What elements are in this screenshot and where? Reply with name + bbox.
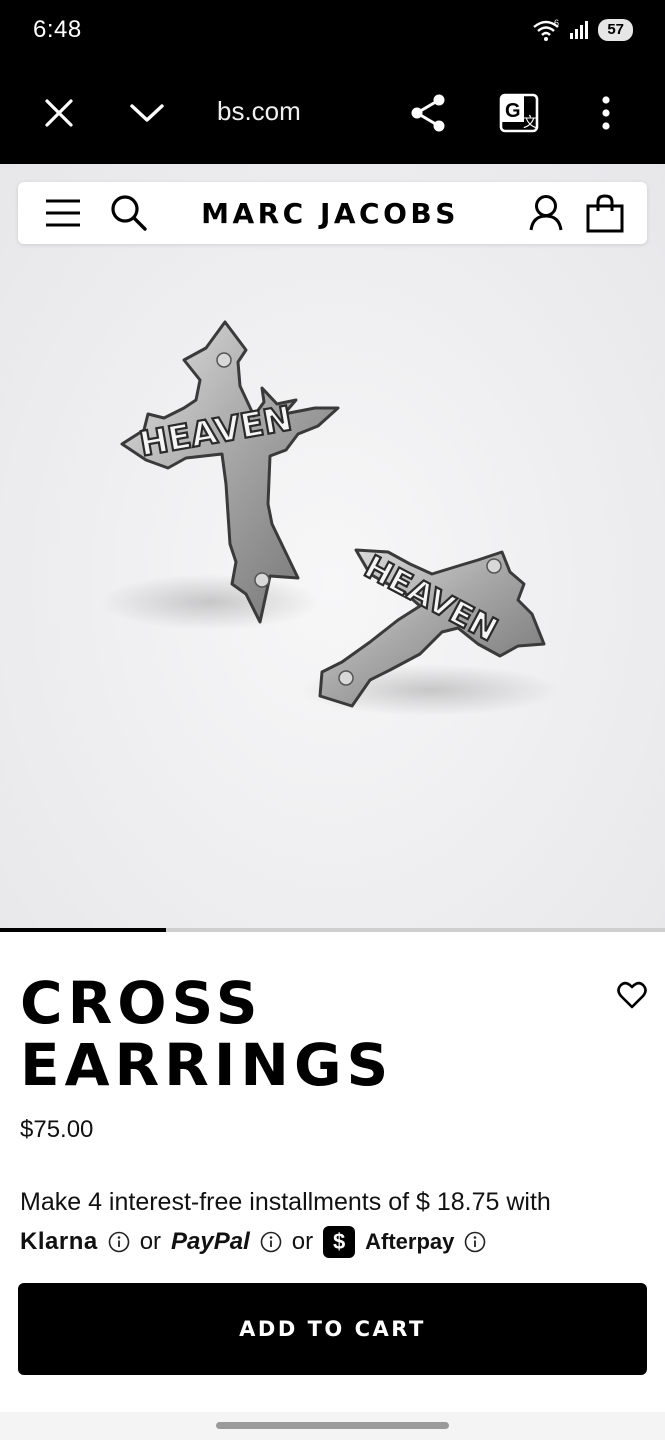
signal-icon: [568, 19, 592, 41]
wifi-icon: 6: [532, 18, 562, 42]
menu-button[interactable]: [40, 190, 86, 236]
minimize-button[interactable]: [122, 88, 172, 138]
more-options-button[interactable]: [581, 88, 631, 138]
installments-text: Make 4 interest-free installments of $ 1…: [20, 1188, 551, 1216]
more-vert-icon: [602, 96, 610, 130]
shopping-bag-button[interactable]: [582, 190, 628, 236]
paypal-info-icon[interactable]: [260, 1231, 282, 1253]
afterpay-logo-icon[interactable]: $: [323, 1226, 356, 1258]
close-icon: [45, 99, 73, 127]
site-header: MARC JACOBS: [18, 182, 647, 244]
svg-text:文: 文: [523, 114, 537, 130]
status-bar: 6:48 6 57: [0, 0, 665, 62]
shopping-bag-icon: [586, 194, 624, 233]
or-text-2: or: [291, 1228, 314, 1255]
wifi-badge: 6: [554, 18, 559, 28]
cross-earrings-illustration: HEAVEN HEAVEN: [100, 320, 560, 716]
close-tab-button[interactable]: [34, 88, 84, 138]
brand-logo[interactable]: MARC JACOBS: [180, 197, 480, 230]
wishlist-button[interactable]: [612, 975, 652, 1015]
browser-toolbar: bs.com G 文: [0, 62, 665, 164]
product-image[interactable]: HEAVEN HEAVEN: [0, 164, 665, 928]
translate-button[interactable]: G 文: [494, 88, 544, 138]
battery-indicator: 57: [598, 19, 633, 41]
menu-icon: [46, 199, 80, 227]
search-icon: [111, 195, 147, 231]
home-indicator[interactable]: [216, 1422, 449, 1429]
chevron-down-icon: [130, 104, 164, 122]
image-carousel-progress: [0, 928, 665, 932]
product-title-line1: CROSS: [20, 969, 263, 1037]
account-icon: [529, 195, 563, 231]
carousel-progress-fill: [0, 928, 167, 932]
product-price: $75.00: [20, 1116, 94, 1143]
translate-icon: G 文: [499, 93, 539, 133]
afterpay-label[interactable]: Afterpay: [365, 1229, 454, 1255]
status-time: 6:48: [33, 16, 82, 43]
share-icon: [411, 94, 445, 132]
add-to-cart-button[interactable]: ADD TO CART: [18, 1283, 647, 1375]
share-button[interactable]: [403, 88, 453, 138]
heart-icon: [617, 981, 647, 1009]
or-text-1: or: [139, 1228, 162, 1255]
product-title-line2: EARRINGS: [20, 1031, 394, 1099]
klarna-logo[interactable]: Klarna: [20, 1228, 98, 1256]
product-title: CROSS EARRINGS: [20, 972, 580, 1096]
account-button[interactable]: [523, 190, 569, 236]
status-icons: 6 57: [532, 18, 633, 42]
url-text[interactable]: bs.com: [217, 96, 301, 127]
klarna-info-icon[interactable]: [108, 1231, 130, 1253]
svg-text:G: G: [505, 100, 521, 122]
paypal-logo[interactable]: PayPal: [171, 1228, 250, 1256]
search-button[interactable]: [106, 190, 152, 236]
afterpay-info-icon[interactable]: [464, 1231, 486, 1253]
payment-options-row: Klarna or PayPal or $ Afterpay: [20, 1226, 496, 1258]
